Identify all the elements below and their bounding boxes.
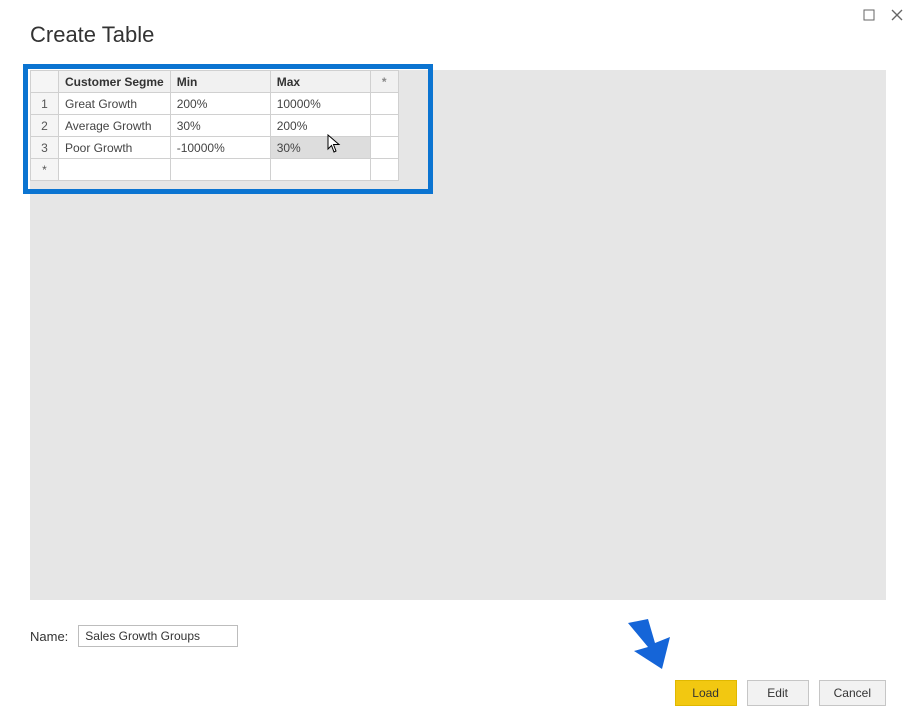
- col-header-max[interactable]: Max: [270, 71, 370, 93]
- cell-min[interactable]: 200%: [170, 93, 270, 115]
- cell-segment[interactable]: Average Growth: [59, 115, 171, 137]
- grid-corner: [31, 71, 59, 93]
- edit-button[interactable]: Edit: [747, 680, 809, 706]
- dialog-buttons: Load Edit Cancel: [675, 680, 886, 706]
- grid-new-row[interactable]: *: [31, 159, 399, 181]
- grid-row[interactable]: 2 Average Growth 30% 200%: [31, 115, 399, 137]
- cell-segment[interactable]: [59, 159, 171, 181]
- close-icon[interactable]: [890, 8, 904, 22]
- grid-header-row: Customer Segme Min Max *: [31, 71, 399, 93]
- cell-min[interactable]: 30%: [170, 115, 270, 137]
- maximize-icon[interactable]: [862, 8, 876, 22]
- cancel-button[interactable]: Cancel: [819, 680, 886, 706]
- data-grid[interactable]: Customer Segme Min Max * 1 Great Growth …: [30, 70, 399, 181]
- name-input[interactable]: [78, 625, 238, 647]
- cell-min[interactable]: [170, 159, 270, 181]
- grid-row[interactable]: 1 Great Growth 200% 10000%: [31, 93, 399, 115]
- cell-max[interactable]: 30%: [270, 137, 370, 159]
- annotation-arrow-icon: [620, 615, 680, 670]
- cell-max[interactable]: [270, 159, 370, 181]
- col-header-segment[interactable]: Customer Segme: [59, 71, 171, 93]
- row-number: 1: [31, 93, 59, 115]
- dialog-title: Create Table: [30, 22, 154, 48]
- window-controls: [862, 8, 904, 22]
- col-header-add[interactable]: *: [370, 71, 398, 93]
- cell-max[interactable]: 10000%: [270, 93, 370, 115]
- cell-empty[interactable]: [370, 93, 398, 115]
- cell-max[interactable]: 200%: [270, 115, 370, 137]
- cell-empty[interactable]: [370, 115, 398, 137]
- name-row: Name:: [30, 625, 238, 647]
- cell-empty[interactable]: [370, 137, 398, 159]
- row-number: 2: [31, 115, 59, 137]
- cell-empty[interactable]: [370, 159, 398, 181]
- col-header-min[interactable]: Min: [170, 71, 270, 93]
- grid-row[interactable]: 3 Poor Growth -10000% 30%: [31, 137, 399, 159]
- load-button[interactable]: Load: [675, 680, 737, 706]
- name-label: Name:: [30, 629, 68, 644]
- cell-segment[interactable]: Great Growth: [59, 93, 171, 115]
- editor-area: Customer Segme Min Max * 1 Great Growth …: [30, 70, 886, 600]
- cell-segment[interactable]: Poor Growth: [59, 137, 171, 159]
- cell-min[interactable]: -10000%: [170, 137, 270, 159]
- row-number-new: *: [31, 159, 59, 181]
- row-number: 3: [31, 137, 59, 159]
